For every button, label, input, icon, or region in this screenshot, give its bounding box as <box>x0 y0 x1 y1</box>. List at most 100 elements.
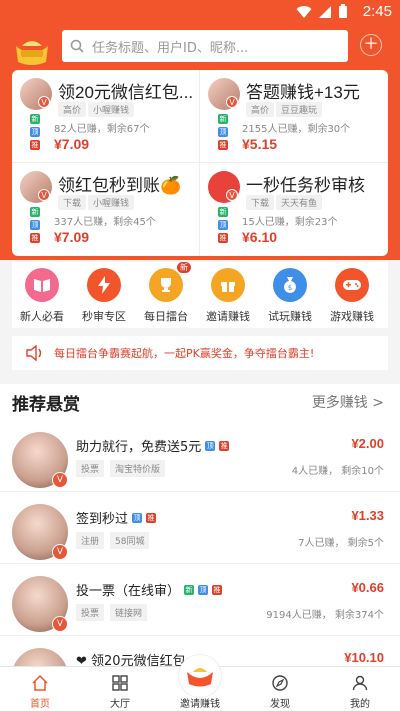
task-title: 领20元微信红包... <box>58 83 194 102</box>
task-meta: 2155人已赚，剩余30个 <box>242 124 351 135</box>
battery-icon <box>339 4 347 18</box>
reward-title: 助力就行，免费送5元 <box>76 440 202 455</box>
tab-label: 首页 <box>30 699 50 710</box>
recommend-badge-icon: 推 <box>218 140 228 150</box>
task-card[interactable]: V 领红包秒到账🍊 下载 小喔赚钱 新顶推 337人已赚，剩余45个 ¥7.09 <box>12 163 200 256</box>
task-card[interactable]: V 答题赚钱+13元 高价 豆豆趣玩 新顶推 2155人已赚，剩余30个 ¥5.… <box>200 70 388 163</box>
verified-badge-icon: V <box>52 544 68 560</box>
reward-title: 签到秒过 <box>76 512 129 527</box>
search-icon <box>70 39 84 53</box>
home-icon <box>32 675 48 691</box>
search-bar[interactable]: 任务标题、用户ID、昵称... <box>62 30 348 62</box>
reward-title: 投一票（在线审） <box>76 584 181 599</box>
recommend-badge-icon: 推 <box>212 584 223 595</box>
recommend-badge-icon: 推 <box>30 233 40 243</box>
top-badge-icon: 顶 <box>132 512 143 523</box>
task-price: ¥7.09 <box>54 229 90 245</box>
menu-label: 每日擂台 <box>144 310 188 323</box>
menu-label: 邀请赚钱 <box>206 310 250 323</box>
recommend-badge-icon: 推 <box>146 512 157 523</box>
list-item[interactable]: V 投一票（在线审）新顶推 投票 链接网 ¥0.66 9194人已赚， 剩余374… <box>0 564 400 636</box>
new-badge-icon: 新 <box>30 114 40 124</box>
menu-item-fast-review[interactable]: 秒审专区 <box>76 268 132 324</box>
announcement-text: 每日擂台争霸赛起航，一起PK赢奖金，争夺擂台霸主! <box>54 347 315 360</box>
menu-item-invite[interactable]: 邀请赚钱 <box>200 268 256 324</box>
verified-badge-icon: V <box>38 189 50 201</box>
task-tag: 下载 <box>58 195 87 210</box>
reward-tag: 链接网 <box>110 604 148 621</box>
recommend-badge-icon: 推 <box>30 140 40 150</box>
task-title: 领红包秒到账🍊 <box>58 176 182 195</box>
menu-item-daily-arena[interactable]: 新 每日擂台 <box>138 262 194 324</box>
task-price: ¥5.15 <box>242 136 278 152</box>
menu-item-game[interactable]: 游戏赚钱 <box>324 268 380 324</box>
signal-icon <box>319 5 331 18</box>
trophy-icon: 新 <box>149 262 191 302</box>
task-title: 答题赚钱+13元 <box>246 83 360 102</box>
menu-item-newbie[interactable]: 新人必看 <box>14 268 70 324</box>
user-icon <box>352 675 368 691</box>
tab-hall[interactable]: 大厅 <box>90 675 150 710</box>
list-item[interactable]: V 助力就行，免费送5元顶推 投票 淘宝特价版 ¥2.00 4人已赚， 剩余10个 <box>0 420 400 492</box>
reward-stat: 4人已赚， 剩余10个 <box>291 466 384 477</box>
reward-list: V 助力就行，免费送5元顶推 投票 淘宝特价版 ¥2.00 4人已赚， 剩余10个… <box>0 420 400 670</box>
task-meta: 15人已赚，剩余23个 <box>242 217 338 228</box>
top-badge-icon: 顶 <box>198 584 209 595</box>
verified-badge-icon: V <box>52 472 68 488</box>
verified-badge-icon: V <box>38 96 50 108</box>
verified-badge-icon: V <box>226 189 238 201</box>
grid-icon <box>112 675 128 691</box>
menu-item-trial[interactable]: $ 试玩赚钱 <box>262 268 318 324</box>
task-tag: 下载 <box>246 195 275 210</box>
gift-icon <box>211 268 245 302</box>
gamepad-icon <box>335 268 369 302</box>
invite-center-button[interactable] <box>178 654 222 698</box>
reward-amount: ¥10.10 <box>344 650 384 665</box>
add-icon[interactable]: + <box>360 34 382 56</box>
task-title: 一秒任务秒审核 <box>246 176 365 195</box>
more-link[interactable]: 更多赚钱 > <box>312 392 384 412</box>
reward-stat: 7人已赚， 剩余5个 <box>298 538 384 549</box>
task-price: ¥6.10 <box>242 229 278 245</box>
reward-tag: 58同城 <box>110 532 150 549</box>
top-badge-icon: 顶 <box>30 220 40 230</box>
recommended-header: 推荐悬赏 更多赚钱 > <box>0 384 400 420</box>
svg-text:$: $ <box>288 284 292 292</box>
header: 任务标题、用户ID、昵称... + V 领20元微信红包... 高价 小喔赚钱 … <box>0 24 400 260</box>
speaker-icon <box>26 345 42 361</box>
task-card[interactable]: V 一秒任务秒审核 下载 天天有鱼 新顶推 15人已赚，剩余23个 ¥6.10 <box>200 163 388 256</box>
tab-home[interactable]: 首页 <box>10 675 70 710</box>
top-badge-icon: 顶 <box>30 127 40 137</box>
task-tag: 豆豆趣玩 <box>276 102 323 117</box>
tab-label: 大厅 <box>110 699 130 710</box>
clock: 2:45 <box>362 3 392 20</box>
recommend-badge-icon: 推 <box>219 440 230 451</box>
reward-amount: ¥0.66 <box>351 580 384 595</box>
task-price: ¥7.09 <box>54 136 90 152</box>
list-item[interactable]: V 签到秒过顶推 注册 58同城 ¥1.33 7人已赚， 剩余5个 <box>0 492 400 564</box>
compass-icon <box>272 675 288 691</box>
reward-amount: ¥2.00 <box>351 436 384 451</box>
verified-badge-icon: V <box>52 616 68 632</box>
money-bag-icon: $ <box>273 268 307 302</box>
new-badge-icon: 新 <box>218 114 228 124</box>
task-card[interactable]: V 领20元微信红包... 高价 小喔赚钱 新顶推 82人已赚，剩余67个 ¥7… <box>12 70 200 163</box>
task-meta: 337人已赚，剩余45个 <box>54 217 156 228</box>
reward-tag: 注册 <box>76 532 105 549</box>
task-tag: 小喔赚钱 <box>88 195 135 210</box>
feature-menu: 新人必看 秒审专区 新 每日擂台 邀请赚钱 $ 试玩赚钱 游戏赚钱 <box>12 262 388 328</box>
menu-label: 秒审专区 <box>82 310 126 323</box>
reward-stat: 9194人已赚， 剩余374个 <box>266 610 384 621</box>
reward-tag: 淘宝特价版 <box>110 460 166 477</box>
tab-label: 我的 <box>350 699 370 710</box>
wifi-icon <box>296 5 312 18</box>
recommend-badge-icon: 推 <box>218 233 228 243</box>
lightning-icon <box>87 268 121 302</box>
tab-discover[interactable]: 发现 <box>250 675 310 710</box>
announcement-bar[interactable]: 每日擂台争霸赛起航，一起PK赢奖金，争夺擂台霸主! <box>12 336 388 370</box>
status-bar: 2:45 <box>0 0 400 24</box>
tab-mine[interactable]: 我的 <box>330 675 390 710</box>
search-input[interactable]: 任务标题、用户ID、昵称... <box>92 37 248 56</box>
reward-tag: 投票 <box>76 460 105 477</box>
reward-tag: 投票 <box>76 604 105 621</box>
